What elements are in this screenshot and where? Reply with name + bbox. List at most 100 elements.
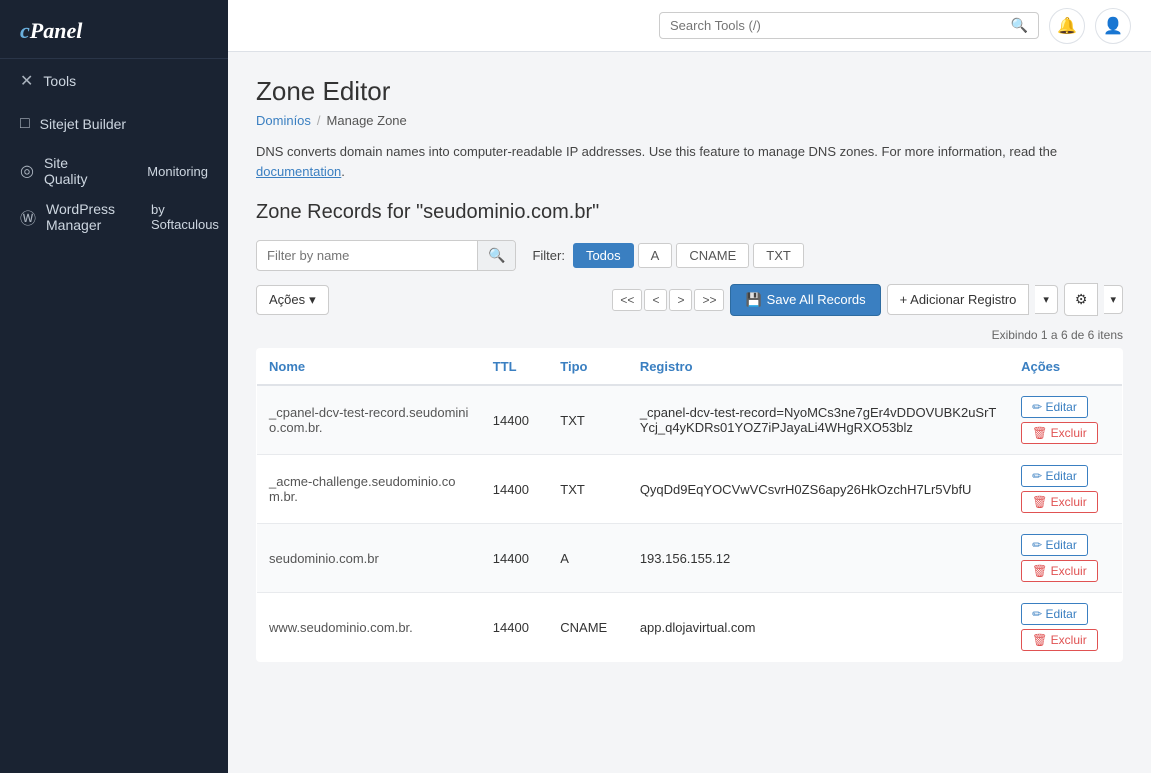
zone-records-table: Nome TTL Tipo Registro Ações _cpanel-dcv… [256,348,1123,662]
content-area: Zone Editor Dominíos / Manage Zone DNS c… [228,52,1151,773]
acoes-label: Ações [269,292,305,307]
pagination-first[interactable]: << [612,289,642,311]
user-icon: 👤 [1103,16,1123,36]
sidebar-item-wordpress[interactable]: Ⓦ WordPress Manager by Softaculous [0,191,228,237]
cell-tipo: CNAME [548,593,628,662]
cell-acoes: ✏ Editar 🗑 Excluir [1009,524,1122,593]
delete-button-0[interactable]: 🗑 Excluir [1021,422,1098,444]
cell-ttl: 14400 [481,455,548,524]
page-title: Zone Editor [256,76,1123,107]
edit-button-3[interactable]: ✏ Editar [1021,603,1088,625]
breadcrumb: Dominíos / Manage Zone [256,113,1123,128]
right-actions: << < > >> 💾 Save All Records + Adicionar… [612,283,1123,316]
filter-input-wrap: 🔍 [256,240,516,271]
add-registro-button[interactable]: + Adicionar Registro [887,284,1030,315]
edit-button-0[interactable]: ✏ Editar [1021,396,1088,418]
edit-button-2[interactable]: ✏ Editar [1021,534,1088,556]
edit-button-1[interactable]: ✏ Editar [1021,465,1088,487]
sidebar-item-site-quality-sublabel: Monitoring [121,164,208,179]
settings-split-button[interactable]: ▾ [1104,285,1123,314]
filter-label: Filter: [532,248,565,263]
description-text: DNS converts domain names into computer-… [256,142,1123,181]
delete-button-2[interactable]: 🗑 Excluir [1021,560,1098,582]
acoes-dropdown-icon: ▾ [309,292,316,308]
cell-registro: 193.156.155.12 [628,524,1009,593]
filter-tab-todos[interactable]: Todos [573,243,634,268]
cell-acoes: ✏ Editar 🗑 Excluir [1009,385,1122,455]
cell-registro: QyqDd9EqYOCVwVCsvrH0ZS6apy26HkOzchH7Lr5V… [628,455,1009,524]
cell-tipo: A [548,524,628,593]
settings-button[interactable]: ⚙ [1064,283,1099,316]
breadcrumb-dominios[interactable]: Dominíos [256,113,311,128]
search-input[interactable] [670,18,1005,33]
cell-nome: www.seudominio.com.br. [257,593,481,662]
sidebar-item-tools-label: Tools [43,73,76,89]
table-row: _acme-challenge.seudominio.com.br. 14400… [257,455,1123,524]
sitejet-icon: □ [20,115,30,133]
col-registro: Registro [628,349,1009,386]
cell-ttl: 14400 [481,524,548,593]
pagination-buttons: << < > >> [612,289,724,311]
col-nome: Nome [257,349,481,386]
sidebar-logo: cPanel [0,0,228,59]
documentation-link[interactable]: documentation [256,164,341,179]
save-label: Save All Records [767,292,866,307]
main-area: 🔍 🔔 👤 Zone Editor Dominíos / Manage Zone… [228,0,1151,773]
col-ttl: TTL [481,349,548,386]
actions-row: Ações ▾ << < > >> 💾 Save All Records + A… [256,283,1123,316]
pagination-prev[interactable]: < [644,289,667,311]
save-all-button[interactable]: 💾 Save All Records [730,284,880,316]
notifications-button[interactable]: 🔔 [1049,8,1085,44]
sidebar-item-sitejet-label: Sitejet Builder [40,116,126,132]
cell-acoes: ✏ Editar 🗑 Excluir [1009,593,1122,662]
bell-icon: 🔔 [1057,16,1077,36]
filter-search-button[interactable]: 🔍 [477,241,515,270]
left-actions: Ações ▾ [256,285,329,315]
wordpress-icon: Ⓦ [20,205,36,229]
user-menu-button[interactable]: 👤 [1095,8,1131,44]
table-header-row: Nome TTL Tipo Registro Ações [257,349,1123,386]
add-label: + Adicionar Registro [900,292,1017,307]
breadcrumb-manage-zone: Manage Zone [327,113,407,128]
zone-title: Zone Records for "seudominio.com.br" [256,201,1123,224]
add-registro-split-button[interactable]: ▾ [1035,285,1058,314]
filter-tab-txt[interactable]: TXT [753,243,804,268]
cell-tipo: TXT [548,385,628,455]
cell-acoes: ✏ Editar 🗑 Excluir [1009,455,1122,524]
filter-tab-cname[interactable]: CNAME [676,243,749,268]
cell-nome: _acme-challenge.seudominio.com.br. [257,455,481,524]
delete-button-3[interactable]: 🗑 Excluir [1021,629,1098,651]
pagination-last[interactable]: >> [694,289,724,311]
acoes-button[interactable]: Ações ▾ [256,285,329,315]
cell-tipo: TXT [548,455,628,524]
sidebar: cPanel ✕ Tools □ Sitejet Builder ◎ Site … [0,0,228,773]
sidebar-item-wordpress-sublabel: by Softaculous [125,202,219,232]
tools-icon: ✕ [20,71,33,91]
cell-nome: _cpanel-dcv-test-record.seudominio.com.b… [257,385,481,455]
filter-row: 🔍 Filter: Todos A CNAME TXT [256,240,1123,271]
sidebar-item-tools[interactable]: ✕ Tools [0,59,228,103]
sidebar-item-site-quality-label: Site Quality [44,155,111,187]
filter-tab-a[interactable]: A [638,243,673,268]
search-bar[interactable]: 🔍 [659,12,1039,39]
breadcrumb-separator: / [317,113,321,128]
sidebar-item-site-quality[interactable]: ◎ Site Quality Monitoring [0,145,228,191]
cell-nome: seudominio.com.br [257,524,481,593]
cell-registro: app.dlojavirtual.com [628,593,1009,662]
table-row: _cpanel-dcv-test-record.seudominio.com.b… [257,385,1123,455]
search-icon: 🔍 [1011,17,1028,34]
cell-ttl: 14400 [481,593,548,662]
filter-tabs: Todos A CNAME TXT [573,243,804,268]
col-tipo: Tipo [548,349,628,386]
col-acoes: Ações [1009,349,1122,386]
cell-ttl: 14400 [481,385,548,455]
table-row: www.seudominio.com.br. 14400 CNAME app.d… [257,593,1123,662]
header: 🔍 🔔 👤 [228,0,1151,52]
pagination-next[interactable]: > [669,289,692,311]
delete-button-1[interactable]: 🗑 Excluir [1021,491,1098,513]
filter-input[interactable] [257,242,477,269]
cell-registro: _cpanel-dcv-test-record=NyoMCs3ne7gEr4vD… [628,385,1009,455]
sidebar-item-sitejet[interactable]: □ Sitejet Builder [0,103,228,145]
sidebar-item-wordpress-label: WordPress Manager [46,201,115,233]
save-icon: 💾 [745,292,761,308]
